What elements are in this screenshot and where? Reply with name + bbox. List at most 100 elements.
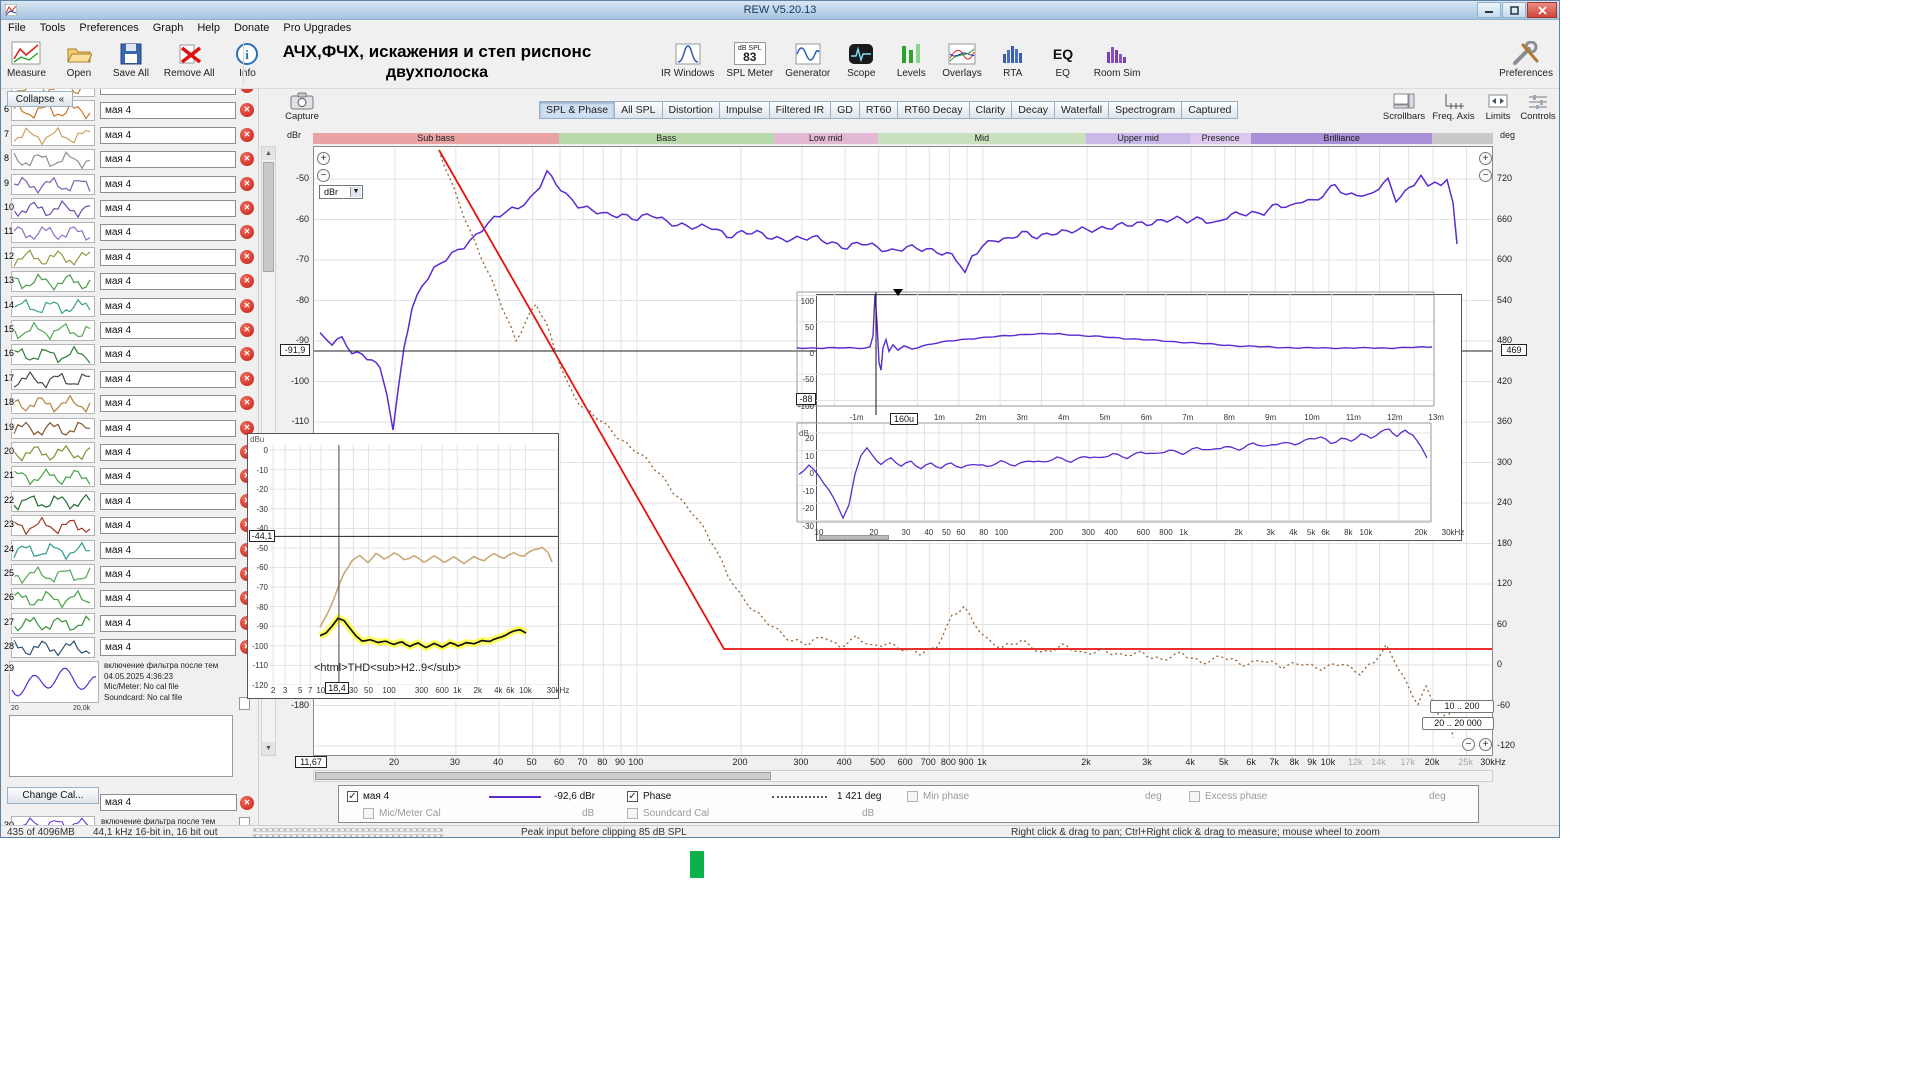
delete-measurement-button[interactable]: ✕	[240, 152, 254, 166]
menu-donate[interactable]: Donate	[227, 21, 276, 37]
delete-measurement-button[interactable]: ✕	[240, 103, 254, 117]
zoom-out-x-button[interactable]: −	[1462, 738, 1475, 751]
measurement-name-field[interactable]: мая 4	[100, 249, 236, 266]
open-button[interactable]: Open	[60, 39, 98, 79]
preferences-button[interactable]: Preferences	[1499, 39, 1553, 79]
measurement-name-field[interactable]: мая 4	[100, 176, 236, 193]
eq-button[interactable]: EQ EQ	[1044, 39, 1082, 79]
selected-measurement-panel[interactable]: 29 20 20,0k включение фильтра после тем …	[1, 659, 259, 715]
tab-spl-phase[interactable]: SPL & Phase	[539, 101, 615, 119]
limits-button[interactable]: Limits	[1480, 91, 1516, 122]
measurement-name-field[interactable]: мая 4	[100, 794, 237, 811]
measurement-name-field[interactable]: мая 4	[100, 200, 236, 217]
levels-button[interactable]: Levels	[892, 39, 930, 79]
tab-spectrogram[interactable]: Spectrogram	[1108, 101, 1182, 119]
capture-button[interactable]: Capture	[282, 91, 322, 122]
tab-distortion[interactable]: Distortion	[662, 101, 720, 119]
measurement-name-field[interactable]: мая 4	[100, 542, 236, 559]
tab-impulse[interactable]: Impulse	[719, 101, 770, 119]
spl-meter-button[interactable]: dB SPL83 SPL Meter	[726, 39, 773, 79]
full-range-button[interactable]: 20 .. 20 000	[1422, 717, 1494, 730]
delete-measurement-button[interactable]: ✕	[240, 225, 254, 239]
menu-pro-upgrades[interactable]: Pro Upgrades	[276, 21, 358, 37]
phase-checkbox[interactable]: ✓	[627, 791, 638, 802]
scrollbar-thumb[interactable]	[315, 772, 771, 780]
measurement-row[interactable]: 23мая 4✕	[1, 514, 259, 538]
scroll-up-arrow[interactable]: ▲	[262, 147, 275, 160]
delete-measurement-button[interactable]: ✕	[240, 250, 254, 264]
measurement-row[interactable]: 9мая 4✕	[1, 173, 259, 197]
tab-captured[interactable]: Captured	[1181, 101, 1238, 119]
measurement-row[interactable]: 18мая 4✕	[1, 392, 259, 416]
measurement-row[interactable]: 8мая 4✕	[1, 148, 259, 172]
freq-axis-button[interactable]: Freq. Axis	[1430, 91, 1477, 122]
zoom-in-right-button[interactable]: +	[1479, 152, 1492, 165]
excess-phase-checkbox[interactable]	[1189, 791, 1200, 802]
measurement-name-field[interactable]: мая 4	[100, 517, 236, 534]
rta-button[interactable]: RTA	[994, 39, 1032, 79]
scope-button[interactable]: Scope	[842, 39, 880, 79]
change-cal-button[interactable]: Change Cal...	[7, 787, 99, 804]
measurement-row[interactable]: 30 включение фильтра после тем	[1, 815, 259, 825]
measurement-row[interactable]: 28мая 4✕	[1, 636, 259, 659]
controls-button[interactable]: Controls	[1517, 91, 1559, 122]
freq-range-button[interactable]: 10 .. 200	[1430, 700, 1494, 713]
overlays-button[interactable]: Overlays	[942, 39, 981, 79]
info-button[interactable]: i Info	[228, 39, 266, 79]
delete-measurement-button[interactable]: ✕	[240, 201, 254, 215]
measurement-name-field[interactable]: мая 4	[100, 273, 236, 290]
measurement-name-field[interactable]: мая 4	[100, 395, 236, 412]
measurement-name-field[interactable]: мая 4	[100, 444, 236, 461]
measurement-row[interactable]: 21мая 4✕	[1, 465, 259, 489]
menu-preferences[interactable]: Preferences	[72, 21, 145, 37]
tab-decay[interactable]: Decay	[1011, 101, 1055, 119]
tab-rt60[interactable]: RT60	[859, 101, 899, 119]
scrollbar-thumb[interactable]	[263, 162, 274, 272]
delete-measurement-button[interactable]: ✕	[240, 796, 254, 810]
measurement-row[interactable]: 22мая 4✕	[1, 490, 259, 514]
soundcard-cal-checkbox[interactable]	[627, 808, 638, 819]
measurement-name-field[interactable]: мая 4	[100, 493, 236, 510]
remove-all-button[interactable]: Remove All	[164, 39, 215, 79]
minimize-button[interactable]	[1477, 2, 1501, 18]
measurement-row[interactable]: 12мая 4✕	[1, 246, 259, 270]
measurement-row[interactable]: 16мая 4✕	[1, 343, 259, 367]
measurement-row[interactable]: 27мая 4✕	[1, 612, 259, 636]
tab-gd[interactable]: GD	[830, 101, 860, 119]
measurement-name-field[interactable]: мая 4	[100, 346, 236, 363]
delete-measurement-button[interactable]: ✕	[240, 347, 254, 361]
measurement-row[interactable]: 15мая 4✕	[1, 319, 259, 343]
measurement-name-field[interactable]: мая 4	[100, 590, 236, 607]
zoom-in-x-button[interactable]: +	[1479, 738, 1492, 751]
measurement-name-field[interactable]: мая 4	[100, 151, 236, 168]
delete-measurement-button[interactable]: ✕	[240, 299, 254, 313]
measurement-row[interactable]: 17мая 4✕	[1, 368, 259, 392]
delete-measurement-button[interactable]: ✕	[240, 274, 254, 288]
measurement-row[interactable]: 11мая 4✕	[1, 221, 259, 245]
measurement-name-field[interactable]: мая 4	[100, 420, 236, 437]
zoom-out-right-button[interactable]: −	[1479, 169, 1492, 182]
measurement-row[interactable]: 19мая 4✕	[1, 417, 259, 441]
measurement-row[interactable]: 24мая 4✕	[1, 539, 259, 563]
measurement-name-field[interactable]: мая 4	[100, 89, 236, 95]
y-axis-unit-selector[interactable]: dBr ▼	[319, 185, 363, 199]
delete-measurement-button[interactable]: ✕	[240, 396, 254, 410]
delete-measurement-button[interactable]: ✕	[240, 323, 254, 337]
measurement-row[interactable]: 10мая 4✕	[1, 197, 259, 221]
tab-filtered-ir[interactable]: Filtered IR	[769, 101, 831, 119]
measurement-notes-box[interactable]	[9, 715, 233, 777]
tab-rt60-decay[interactable]: RT60 Decay	[897, 101, 969, 119]
delete-measurement-button[interactable]: ✕	[240, 177, 254, 191]
measurement-name-field[interactable]: мая 4	[100, 615, 236, 632]
trace-checkbox[interactable]: ✓	[347, 791, 358, 802]
thd-inset-chart[interactable]: dBu -44,1 18,4 <html>THD<sub>H2..9</sub>…	[247, 433, 559, 699]
tab-waterfall[interactable]: Waterfall	[1054, 101, 1109, 119]
generator-button[interactable]: Generator	[785, 39, 830, 79]
menu-tools[interactable]: Tools	[33, 21, 73, 37]
zoom-in-y-button[interactable]: +	[317, 152, 330, 165]
maximize-button[interactable]	[1502, 2, 1526, 18]
measurement-row[interactable]: 25мая 4✕	[1, 563, 259, 587]
delete-measurement-button[interactable]: ✕	[240, 89, 254, 93]
chart-h-scrollbar[interactable]	[313, 770, 1493, 782]
inset-scrollbar-thumb[interactable]	[819, 535, 889, 540]
